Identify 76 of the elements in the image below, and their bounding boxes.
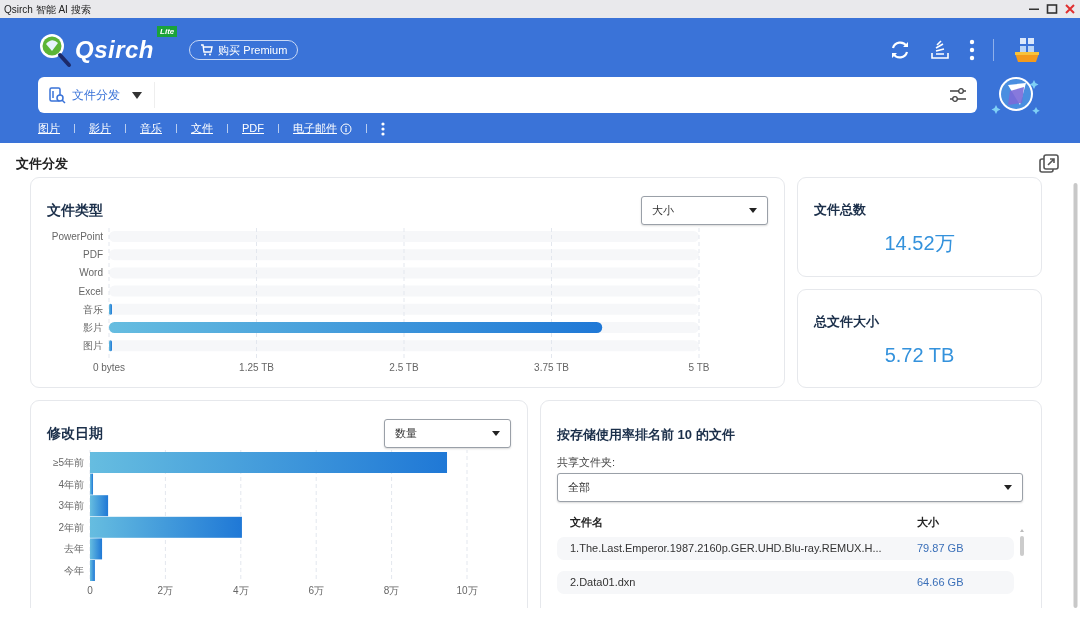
sort-select[interactable]: 大小 bbox=[641, 196, 768, 225]
axis-tick-label: 5 TB bbox=[688, 362, 710, 373]
axis-category-label: 去年 bbox=[64, 543, 84, 555]
app-box-icon[interactable] bbox=[1012, 36, 1042, 64]
column-header: 文件名 bbox=[570, 515, 603, 530]
caret-icon bbox=[492, 431, 500, 436]
axis-tick-label: 4万 bbox=[233, 585, 249, 596]
axis-tick-label: 0 bytes bbox=[92, 362, 126, 373]
window-title: Qsirch 智能 AI 搜索 bbox=[4, 2, 91, 17]
folder-label: 共享文件夹: bbox=[557, 454, 617, 470]
axis-category-label: 图片 bbox=[83, 340, 103, 352]
more-icon[interactable] bbox=[381, 121, 385, 136]
caret-icon bbox=[749, 208, 757, 213]
axis-category-label: 音乐 bbox=[83, 303, 103, 315]
stat-value: 14.52万 bbox=[883, 230, 956, 256]
axis-tick-label: 2万 bbox=[157, 585, 174, 596]
folder-select[interactable]: 全部 bbox=[557, 473, 1023, 502]
refresh-icon[interactable] bbox=[889, 39, 911, 61]
card-title: 按存储使用率排名前 10 的文件 bbox=[557, 426, 736, 444]
info-icon[interactable] bbox=[340, 122, 352, 135]
category-link[interactable]: 文件 bbox=[191, 120, 213, 137]
axis-category-label: 4年前 bbox=[58, 478, 84, 490]
card-title: 修改日期 bbox=[47, 424, 103, 443]
bar bbox=[109, 340, 112, 352]
sort-select[interactable]: 数量 bbox=[384, 419, 511, 448]
category-link[interactable]: 音乐 bbox=[140, 120, 162, 137]
axis-tick-label: 3.75 TB bbox=[534, 362, 569, 373]
cart-icon bbox=[200, 44, 214, 56]
stat-value: 5.72 TB bbox=[883, 342, 956, 368]
caret-icon bbox=[1004, 485, 1012, 490]
axis-tick-label: 1.25 TB bbox=[239, 362, 274, 373]
axis-tick-label: 6万 bbox=[308, 585, 324, 596]
assistant-avatar-icon[interactable] bbox=[990, 75, 1042, 115]
axis-tick-label: 2.5 TB bbox=[389, 362, 419, 373]
open-external-icon[interactable] bbox=[1038, 153, 1060, 175]
category-link[interactable]: 图片 bbox=[38, 120, 60, 137]
axis-category-label: 影片 bbox=[83, 322, 103, 333]
axis-category-label: 2年前 bbox=[58, 521, 84, 533]
file-size: 64.66 GB bbox=[917, 574, 965, 590]
caret-icon[interactable] bbox=[132, 91, 142, 99]
axis-tick-label: 10万 bbox=[456, 585, 478, 596]
magnifier-logo-icon bbox=[38, 32, 72, 68]
close-icon[interactable] bbox=[1064, 3, 1076, 15]
logo-text: Qsirch bbox=[75, 35, 155, 65]
file-search-icon bbox=[48, 86, 66, 104]
category-link[interactable]: PDF bbox=[242, 120, 264, 137]
bar bbox=[109, 303, 112, 315]
file-size: 79.87 GB bbox=[917, 540, 965, 556]
stack-icon[interactable] bbox=[929, 39, 951, 61]
filter-settings-icon[interactable] bbox=[949, 87, 967, 103]
more-icon[interactable] bbox=[969, 39, 975, 61]
card-title: 文件类型 bbox=[47, 201, 103, 220]
scrollbar[interactable] bbox=[1019, 529, 1025, 559]
column-header: 大小 bbox=[917, 515, 940, 530]
axis-category-label: 今年 bbox=[64, 565, 84, 576]
axis-category-label: Excel bbox=[78, 285, 103, 297]
category-link[interactable]: 电子邮件 bbox=[293, 120, 337, 137]
category-link[interactable]: 影片 bbox=[89, 120, 111, 137]
axis-category-label: ≥5年前 bbox=[52, 457, 84, 468]
axis-category-label: PDF bbox=[83, 249, 103, 261]
table-row[interactable]: 1.The.Last.Emperor.1987.2160p.GER.UHD.Blu-ray.REMUX.H... 79.87 GB bbox=[557, 536, 1014, 560]
axis-category-label: Word bbox=[79, 267, 103, 279]
search-field[interactable]: 文件分发 bbox=[38, 77, 977, 113]
search-scope-label[interactable]: 文件分发 bbox=[72, 86, 120, 104]
stat-label: 文件总数 bbox=[814, 201, 867, 219]
axis-tick-label: 0 bbox=[87, 585, 93, 596]
page-title: 文件分发 bbox=[16, 155, 68, 174]
lite-badge: Lite bbox=[157, 26, 178, 37]
stat-label: 总文件大小 bbox=[814, 313, 880, 331]
axis-tick-label: 8万 bbox=[383, 585, 400, 596]
maximize-icon[interactable] bbox=[1046, 3, 1058, 15]
axis-category-label: PowerPoint bbox=[51, 231, 103, 242]
axis-category-label: 3年前 bbox=[58, 500, 84, 512]
file-name: 1.The.Last.Emperor.1987.2160p.GER.UHD.Blu-ray.REMUX.H... bbox=[570, 540, 882, 556]
file-name: 2.Data01.dxn bbox=[570, 574, 636, 590]
table-row[interactable]: 2.Data01.dxn 64.66 GB bbox=[557, 570, 1014, 594]
